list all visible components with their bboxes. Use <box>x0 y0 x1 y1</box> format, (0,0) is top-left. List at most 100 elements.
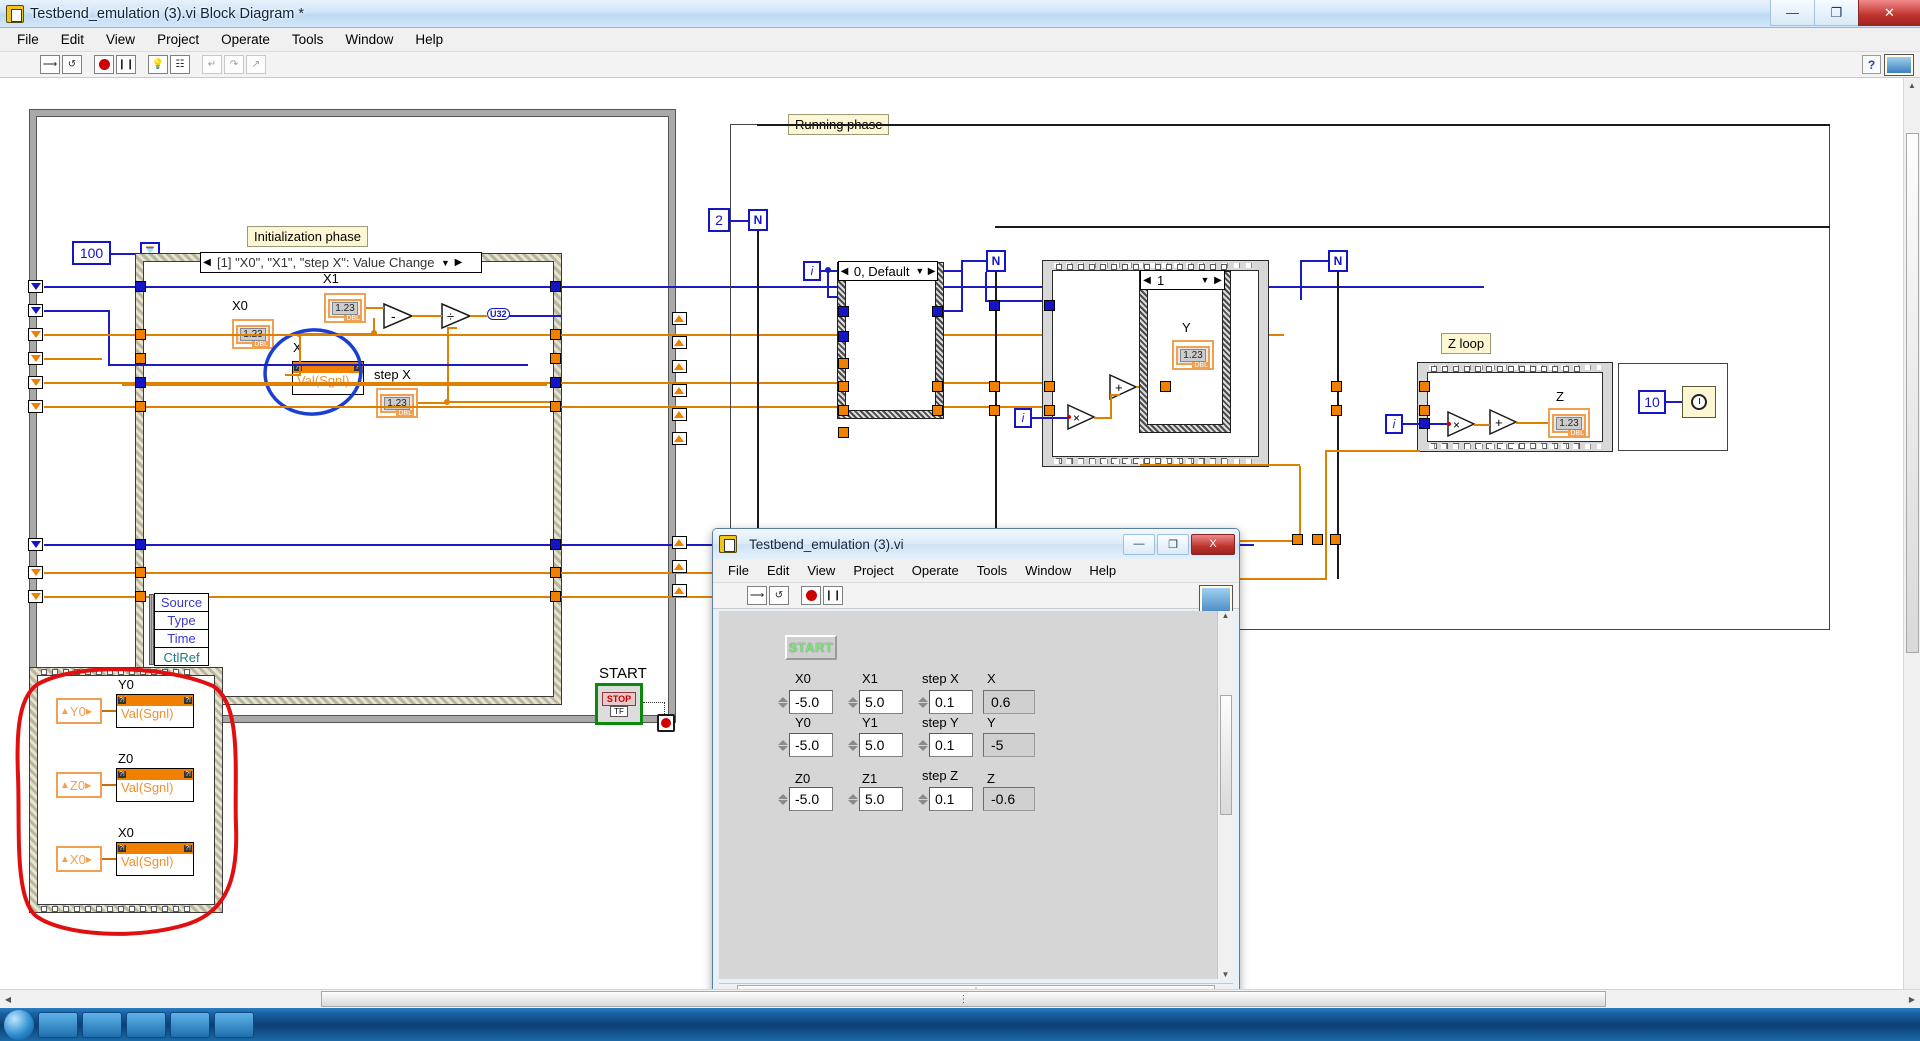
fp-stepz-control[interactable]: 0.1 <box>917 787 973 811</box>
loop-tunnel-in-2[interactable] <box>28 304 43 317</box>
fp-y1-control[interactable]: 5.0 <box>847 733 903 757</box>
fp-y0-control[interactable]: -5.0 <box>777 733 833 757</box>
evt-term-left-3[interactable] <box>135 353 146 364</box>
evt-term-right-2[interactable] <box>550 329 561 340</box>
taskbar-item-5[interactable] <box>214 1011 254 1038</box>
case-default-dropdown-icon[interactable]: ▼ <box>914 266 927 276</box>
step-over-icon[interactable]: ↷ <box>224 55 244 74</box>
taskbar-item-1[interactable] <box>38 1011 78 1038</box>
start-orb-icon[interactable] <box>4 1009 34 1040</box>
stepx-control-terminal[interactable]: 1.23 DBL <box>376 388 418 418</box>
loop-tunnel-out-3[interactable] <box>672 360 687 373</box>
fp-vscroll-thumb[interactable] <box>1219 695 1232 815</box>
fp-x1-value[interactable]: 5.0 <box>859 690 903 714</box>
run-continuous-icon[interactable]: ↺ <box>62 55 82 74</box>
minimize-button[interactable]: — <box>1770 0 1814 26</box>
loop-tunnel-in-7[interactable] <box>28 538 43 551</box>
case-next-arrow-icon[interactable]: ▶ <box>926 266 937 277</box>
block-diagram-canvas[interactable]: i 100 ⌛ Initialization phase ◀ [1] "X0",… <box>0 78 1920 1008</box>
menu-edit[interactable]: Edit <box>50 30 95 49</box>
fp-z1-control[interactable]: 5.0 <box>847 787 903 811</box>
fp-x0-spinner[interactable] <box>777 690 789 714</box>
pause-icon[interactable]: ❙❙ <box>116 55 136 74</box>
cluster-row-type[interactable]: Type <box>155 612 208 630</box>
fp-stepz-spinner[interactable] <box>917 787 929 811</box>
evt-term-right-8[interactable] <box>550 591 561 602</box>
fp-stepz-value[interactable]: 0.1 <box>929 787 973 811</box>
menu-window[interactable]: Window <box>334 30 404 49</box>
fp-stepx-control[interactable]: 0.1 <box>917 690 973 714</box>
timeout-constant-100[interactable]: 100 <box>72 241 111 265</box>
wait-constant-10[interactable]: 10 <box>1638 390 1666 414</box>
start-stop-button-terminal[interactable]: STOP TF <box>595 683 643 725</box>
evt-term-left-2[interactable] <box>135 329 146 340</box>
fp-y1-spinner[interactable] <box>847 733 859 757</box>
event-prev-arrow-icon[interactable]: ◀ <box>201 257 213 268</box>
fp-menu-window[interactable]: Window <box>1016 561 1080 580</box>
menu-file[interactable]: File <box>6 30 50 49</box>
running-term-b1[interactable] <box>989 300 1000 311</box>
running-bottom-term-2[interactable] <box>1312 534 1323 545</box>
loop-tunnel-in-5[interactable] <box>28 376 43 389</box>
z-multiply-operator[interactable]: × <box>1446 410 1476 438</box>
taskbar-item-3[interactable] <box>126 1011 166 1038</box>
front-panel-start-button[interactable]: START <box>785 635 837 660</box>
evt-term-right-6[interactable] <box>550 539 561 550</box>
menu-tools[interactable]: Tools <box>281 30 335 49</box>
fp-x1-spinner[interactable] <box>847 690 859 714</box>
z-add-operator[interactable]: + <box>1488 408 1518 436</box>
z-loop-i-node[interactable] <box>1419 418 1430 429</box>
z-indicator-terminal[interactable]: 1.23 DBL <box>1548 408 1590 438</box>
cluster-row-ctlref[interactable]: CtlRef <box>155 648 208 666</box>
running-term-b2[interactable] <box>989 381 1000 392</box>
fp-run-arrow-icon[interactable]: ⟶ <box>747 586 767 605</box>
y-case-next-arrow-icon[interactable]: ▶ <box>1212 275 1224 286</box>
running-bottom-term-1[interactable] <box>1292 534 1303 545</box>
fp-menu-file[interactable]: File <box>719 561 758 580</box>
evt-term-left-5[interactable] <box>135 401 146 412</box>
case-structure-default[interactable] <box>838 263 943 418</box>
main-scroll-left-arrow-icon[interactable]: ◀ <box>0 995 16 1004</box>
z-loop-term-l2[interactable] <box>1419 405 1430 416</box>
x0-property-node[interactable]: ?! ?! Val(Sgnl) <box>116 842 194 876</box>
loop-tunnel-out-2[interactable] <box>672 336 687 349</box>
loop-tunnel-in-6[interactable] <box>28 400 43 413</box>
loop-tunnel-in-1[interactable] <box>28 280 43 293</box>
fp-z0-spinner[interactable] <box>777 787 789 811</box>
taskbar-item-2[interactable] <box>82 1011 122 1038</box>
evt-term-right-4[interactable] <box>550 377 561 388</box>
y-case-selector[interactable]: ◀ 1 ▼ ▶ <box>1140 270 1225 290</box>
y-indicator-terminal[interactable]: 1.23 DBL <box>1172 340 1214 370</box>
fp-run-continuous-icon[interactable]: ↺ <box>769 586 789 605</box>
fp-menu-help[interactable]: Help <box>1080 561 1125 580</box>
front-panel-close-button[interactable]: X <box>1191 533 1235 555</box>
evt-term-right-3[interactable] <box>550 353 561 364</box>
windows-taskbar[interactable] <box>0 1008 1920 1041</box>
loop-tunnel-out-6[interactable] <box>672 432 687 445</box>
x0-reference-node[interactable]: ▲ X0 ▶ <box>56 846 102 872</box>
loop-tunnel-out-1[interactable] <box>672 312 687 325</box>
case-prev-arrow-icon[interactable]: ◀ <box>839 266 850 277</box>
loop-tunnel-out-7[interactable] <box>672 536 687 549</box>
fp-stepx-value[interactable]: 0.1 <box>929 690 973 714</box>
main-horizontal-scrollbar[interactable]: ◀ ⋮ ▶ <box>0 989 1920 1008</box>
loop-tunnel-out-9[interactable] <box>672 584 687 597</box>
step-into-icon[interactable]: ↵ <box>202 55 222 74</box>
front-panel-window[interactable]: Testbend_emulation (3).vi — ❐ X File Edi… <box>712 528 1240 1004</box>
vi-glyph-icon[interactable] <box>1884 53 1914 76</box>
evt-term-left-6[interactable] <box>135 539 146 550</box>
front-panel-vertical-scrollbar[interactable]: ▲ ▼ <box>1217 611 1233 979</box>
loop-conditional-terminal[interactable] <box>657 714 675 732</box>
abort-execution-icon[interactable] <box>94 55 114 74</box>
fp-menu-tools[interactable]: Tools <box>968 561 1016 580</box>
fp-stepy-spinner[interactable] <box>917 733 929 757</box>
y-case-prev-arrow-icon[interactable]: ◀ <box>1141 275 1153 286</box>
event-case-selector[interactable]: ◀ [1] "X0", "X1", "step X": Value Change… <box>200 252 482 273</box>
event-dropdown-icon[interactable]: ▼ <box>439 258 453 268</box>
case-term-r3[interactable] <box>932 405 943 416</box>
y-loop-term-l3[interactable] <box>1044 405 1055 416</box>
fp-menu-view[interactable]: View <box>798 561 844 580</box>
z0-property-node[interactable]: ?! ?! Val(Sgnl) <box>116 768 194 802</box>
main-scroll-up-arrow-icon[interactable]: ▲ <box>1904 78 1920 90</box>
retain-wire-values-icon[interactable]: ☷ <box>170 55 190 74</box>
